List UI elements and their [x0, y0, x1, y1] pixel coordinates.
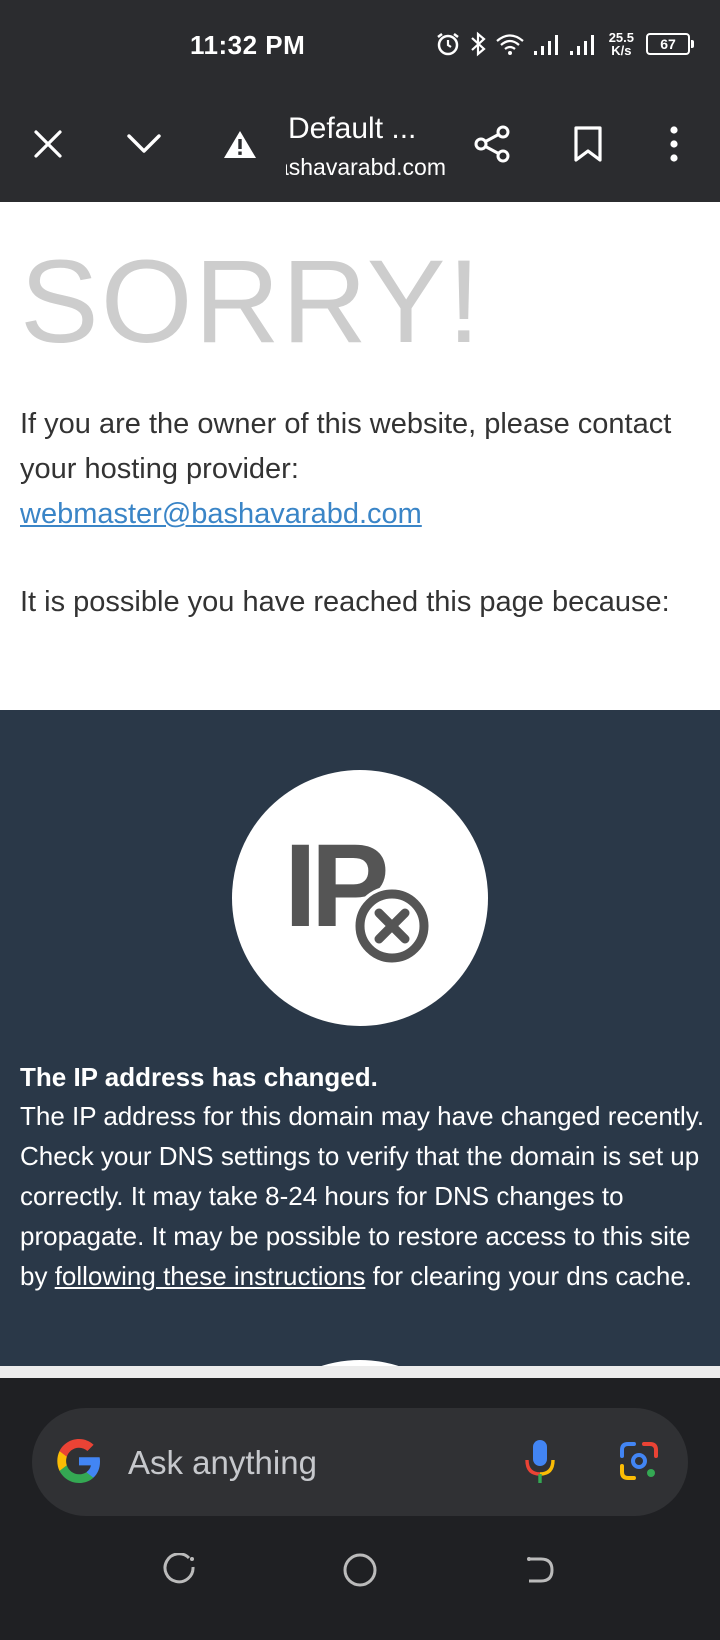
alarm-icon — [435, 31, 461, 57]
home-icon — [343, 1553, 377, 1587]
signal-icon — [569, 32, 597, 56]
share-button[interactable] — [464, 116, 520, 172]
sorry-heading: SORRY! — [20, 236, 483, 368]
ip-changed-body: The IP address for this domain may have … — [20, 1096, 710, 1296]
page-title[interactable]: Default ... — [288, 112, 416, 146]
bluetooth-icon — [469, 31, 487, 57]
network-speed-unit: K/s — [611, 43, 632, 58]
bottom-area: Ask anything — [0, 1378, 720, 1640]
microphone-icon[interactable] — [522, 1436, 558, 1493]
status-bar: 11:32 PM 25.5 K/s 67 — [0, 0, 720, 86]
reason-section: IP The IP address has changed. The IP ad… — [0, 710, 720, 1378]
more-vert-icon — [670, 126, 678, 162]
recent-apps-icon — [163, 1553, 195, 1584]
chevron-down-icon — [127, 134, 161, 153]
share-icon — [474, 125, 510, 163]
page-url[interactable]: bashavarabd.com — [286, 154, 446, 181]
search-input[interactable]: Ask anything — [128, 1444, 317, 1482]
home-button[interactable] — [336, 1546, 384, 1594]
bookmark-icon — [574, 126, 602, 162]
recent-apps-button[interactable] — [156, 1546, 204, 1594]
ip-changed-illustration: IP — [232, 770, 488, 1026]
bookmark-button[interactable] — [560, 116, 616, 172]
owner-text: If you are the owner of this website, pl… — [20, 408, 672, 485]
section-divider — [0, 1366, 720, 1378]
status-icons: 25.5 K/s 67 — [435, 28, 694, 60]
security-warning-button[interactable] — [212, 116, 268, 172]
status-time: 11:32 PM — [190, 30, 306, 60]
lens-camera-icon[interactable] — [616, 1438, 662, 1489]
system-nav-bar — [0, 1528, 720, 1608]
owner-paragraph: If you are the owner of this website, pl… — [20, 402, 700, 537]
browser-toolbar: Default ... bashavarabd.com — [0, 86, 720, 202]
ip-changed-heading: The IP address has changed. — [20, 1062, 378, 1092]
warning-icon — [224, 131, 256, 158]
web-page-content[interactable]: SORRY! If you are the owner of this webs… — [0, 202, 720, 1378]
back-button[interactable] — [516, 1546, 564, 1594]
google-logo-icon — [52, 1434, 106, 1493]
collapse-button[interactable] — [116, 116, 172, 172]
email-link[interactable]: webmaster@bashavarabd.com — [20, 498, 422, 530]
reason-intro: It is possible you have reached this pag… — [20, 586, 670, 618]
instructions-link[interactable]: following these instructions — [55, 1261, 366, 1291]
ip-body-text-2: for clearing your dns cache. — [365, 1261, 693, 1291]
wifi-icon — [495, 32, 525, 56]
network-speed: 25.5 K/s — [609, 31, 634, 57]
battery-level: 67 — [660, 36, 676, 52]
close-icon — [34, 130, 62, 158]
signal-icon — [533, 32, 561, 56]
search-bar[interactable]: Ask anything — [32, 1408, 688, 1516]
ip-error-icon: IP — [284, 820, 432, 966]
more-options-button[interactable] — [646, 116, 702, 172]
close-button[interactable] — [20, 116, 76, 172]
battery-icon: 67 — [646, 33, 694, 55]
back-icon — [527, 1557, 554, 1583]
